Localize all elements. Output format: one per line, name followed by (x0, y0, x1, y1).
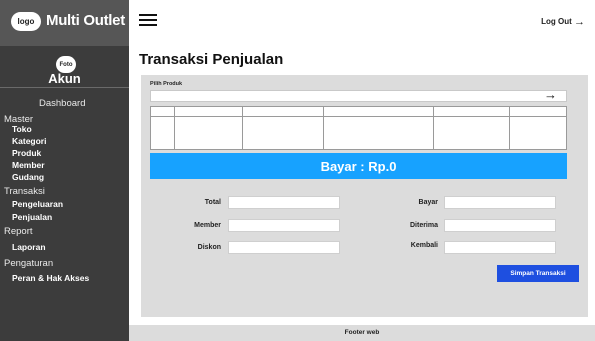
sidebar-section-pengaturan: Pengaturan (4, 258, 54, 269)
logout-label: Log Out (541, 17, 572, 26)
transaction-panel: Pilih Produk → Bayar : Rp.0 Total Member… (141, 75, 588, 317)
brand-header: logo Multi Outlet (0, 0, 129, 46)
divider (0, 87, 129, 88)
account-label[interactable]: Akun (0, 71, 129, 86)
product-table (150, 106, 567, 150)
sidebar-item-peran-hak-akses[interactable]: Peran & Hak Akses (12, 273, 89, 283)
logout-button[interactable]: Log Out → (541, 16, 585, 28)
arrow-right-icon: → (574, 16, 585, 28)
diskon-label: Diskon (197, 244, 221, 251)
brand-name: Multi Outlet (46, 12, 125, 29)
sidebar-item-laporan[interactable]: Laporan (12, 242, 46, 252)
diterima-label: Diterima (409, 222, 438, 229)
page-title: Transaksi Penjualan (139, 51, 284, 68)
diskon-field[interactable] (228, 241, 340, 254)
member-label: Member (194, 222, 221, 229)
topbar: Log Out → (129, 0, 595, 39)
sidebar-item-pengeluaran[interactable]: Pengeluaran (12, 199, 63, 209)
logo: logo (11, 12, 41, 31)
arrow-right-icon[interactable]: → (544, 88, 557, 102)
bayar-field[interactable] (444, 196, 556, 209)
sidebar-item-kategori[interactable]: Kategori (12, 136, 46, 146)
sidebar-item-penjualan[interactable]: Penjualan (12, 212, 52, 222)
sidebar: logo Multi Outlet Foto Akun Dashboard Ma… (0, 0, 129, 341)
kembali-field[interactable] (444, 241, 556, 254)
sidebar-section-report: Report (4, 226, 33, 237)
main-content: Transaksi Penjualan Pilih Produk → Bayar… (129, 39, 595, 325)
hamburger-icon[interactable] (139, 14, 157, 27)
member-field[interactable] (228, 219, 340, 232)
total-field[interactable] (228, 196, 340, 209)
total-label: Total (204, 199, 221, 206)
save-transaction-button[interactable]: Simpan Transaksi (497, 265, 579, 282)
diterima-field[interactable] (444, 219, 556, 232)
sidebar-item-toko[interactable]: Toko (12, 124, 32, 134)
sidebar-item-member[interactable]: Member (12, 160, 45, 170)
sidebar-item-produk[interactable]: Produk (12, 148, 41, 158)
footer: Footer web (129, 325, 595, 341)
sidebar-section-transaksi: Transaksi (4, 186, 45, 197)
footer-text: Footer web (344, 329, 380, 336)
sidebar-item-gudang[interactable]: Gudang (12, 172, 44, 182)
product-picker-label: Pilih Produk (150, 81, 183, 87)
bayar-label: Bayar (418, 199, 438, 206)
sidebar-item-dashboard[interactable]: Dashboard (39, 98, 85, 109)
bayar-banner: Bayar : Rp.0 (150, 153, 567, 179)
product-picker-input[interactable] (150, 90, 567, 102)
kembali-label: Kembali (410, 242, 438, 249)
